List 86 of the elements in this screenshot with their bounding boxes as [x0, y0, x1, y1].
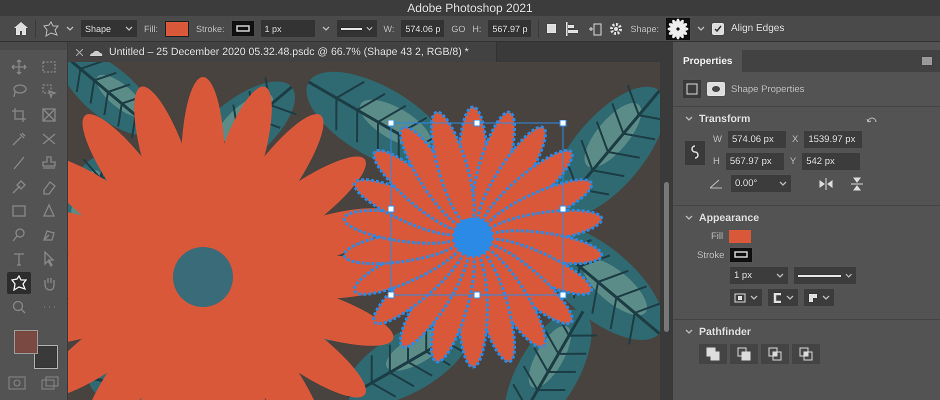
align-edges-checkbox[interactable]: [712, 22, 724, 34]
chevron-down-icon[interactable]: [822, 294, 830, 300]
chevron-down-icon[interactable]: [750, 294, 758, 300]
scrollbar-thumb[interactable]: [664, 182, 668, 332]
intersect-icon: [768, 347, 782, 361]
arrange-icon[interactable]: [586, 22, 602, 36]
width-label: W: [713, 134, 722, 145]
fill-label: Fill: [711, 231, 724, 242]
stroke-width-field[interactable]: 1 px: [730, 267, 788, 284]
y-label: Y: [790, 156, 796, 167]
height-label: H:: [472, 24, 482, 34]
tool-mode-dropdown[interactable]: Shape: [81, 20, 137, 37]
collapse-caret-icon[interactable]: [685, 115, 693, 123]
settings-icon[interactable]: [609, 22, 624, 36]
properties-tab[interactable]: Properties: [673, 50, 742, 72]
selection-bounding-box[interactable]: [388, 120, 568, 300]
exclude-icon: [799, 347, 813, 361]
link-label[interactable]: GO: [451, 24, 466, 34]
align-edges-label: Align Edges: [731, 23, 784, 34]
stroke-align-icon: [734, 292, 746, 302]
transform-icon[interactable]: [683, 80, 701, 98]
chevron-down-icon[interactable]: [779, 180, 787, 186]
window-title: Adobe Photoshop 2021: [407, 1, 533, 16]
cap-type-dropdown[interactable]: [768, 289, 798, 306]
unite-shapes-button[interactable]: [699, 344, 727, 364]
collapse-caret-icon[interactable]: [685, 214, 693, 222]
stroke-label: Stroke:: [196, 24, 225, 34]
stroke-align-dropdown[interactable]: [730, 289, 762, 306]
stroke-type-dropdown[interactable]: [336, 20, 377, 37]
fill-label: Fill:: [144, 24, 158, 34]
line-style-icon: [798, 274, 841, 278]
stroke-type-dropdown[interactable]: [794, 267, 856, 284]
height-label: H: [713, 156, 720, 167]
chevron-down-icon[interactable]: [844, 272, 852, 278]
chevron-down-icon[interactable]: [776, 272, 784, 278]
exclude-shapes-button[interactable]: [792, 344, 820, 364]
width-label: W:: [384, 24, 394, 34]
corner-icon: [808, 292, 818, 302]
height-field[interactable]: 567.97 px: [726, 153, 784, 170]
width-field[interactable]: 574.06 p: [401, 20, 444, 37]
shape-label: Shape:: [630, 24, 659, 34]
chevron-down-icon[interactable]: [366, 26, 373, 32]
width-field[interactable]: 574.06 px: [728, 131, 786, 148]
flip-horizontal-icon[interactable]: [819, 178, 833, 190]
shape-icon[interactable]: [6, 272, 30, 294]
home-icon[interactable]: [14, 22, 28, 35]
chevron-down-icon[interactable]: [697, 26, 705, 32]
collapse-caret-icon[interactable]: [685, 328, 693, 336]
path-operations-icon[interactable]: [546, 22, 558, 34]
stroke-width-field[interactable]: 1 px: [260, 20, 315, 37]
unite-icon: [706, 347, 720, 361]
pathfinder-section-title[interactable]: Pathfinder: [699, 326, 751, 338]
flip-vertical-icon[interactable]: [851, 176, 863, 190]
line-style-icon: [340, 26, 362, 30]
y-field[interactable]: 542 px: [802, 153, 860, 170]
angle-icon: [709, 178, 723, 188]
angle-field[interactable]: 0.00°: [731, 175, 791, 192]
transform-section-title[interactable]: Transform: [699, 113, 750, 125]
subtract-shapes-button[interactable]: [730, 344, 758, 364]
cap-icon: [772, 292, 782, 302]
cloud-icon: [89, 48, 103, 56]
flower-shape-icon[interactable]: [666, 18, 690, 40]
fill-swatch[interactable]: [729, 230, 752, 243]
shape-properties-title: Shape Properties: [731, 84, 804, 94]
chevron-down-icon[interactable]: [322, 26, 330, 32]
link-icon[interactable]: [685, 141, 705, 165]
mask-icon[interactable]: [707, 82, 725, 96]
height-field[interactable]: 567.97 p: [488, 20, 532, 37]
stroke-swatch[interactable]: [232, 21, 254, 36]
close-icon[interactable]: [76, 48, 83, 56]
subtract-icon: [737, 347, 751, 361]
corner-type-dropdown[interactable]: [804, 289, 834, 306]
background-color-swatch[interactable]: [34, 345, 58, 369]
chevron-down-icon[interactable]: [786, 294, 794, 300]
shape-tool-icon[interactable]: [43, 20, 59, 36]
x-field[interactable]: 1539.97 px: [804, 131, 862, 148]
chevron-down-icon[interactable]: [66, 26, 74, 32]
stroke-label: Stroke: [697, 250, 724, 260]
stroke-swatch[interactable]: [730, 248, 752, 262]
fill-swatch[interactable]: [165, 20, 189, 36]
chevron-down-icon[interactable]: [125, 26, 133, 32]
x-label: X: [792, 134, 798, 145]
align-icon[interactable]: [565, 22, 580, 36]
foreground-color-swatch[interactable]: [14, 330, 38, 354]
appearance-section-title[interactable]: Appearance: [699, 212, 760, 224]
intersect-shapes-button[interactable]: [761, 344, 789, 364]
